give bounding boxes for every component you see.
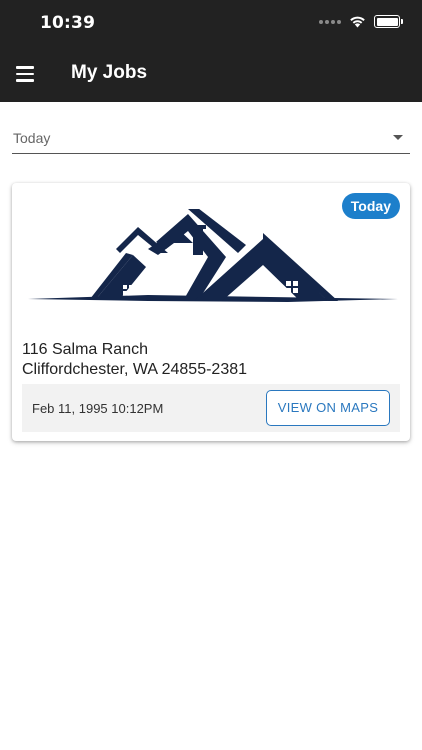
app-header: 10:39 My Jobs bbox=[0, 0, 422, 102]
house-roof-logo bbox=[28, 209, 398, 302]
dropdown-caret-icon bbox=[393, 135, 403, 140]
job-datetime: Feb 11, 1995 10:12PM bbox=[32, 401, 164, 416]
date-filter-value: Today bbox=[13, 130, 51, 146]
cellular-signal-icon bbox=[319, 19, 341, 24]
wifi-icon bbox=[350, 16, 365, 28]
job-card-footer: Feb 11, 1995 10:12PM VIEW ON MAPS bbox=[22, 384, 400, 432]
hamburger-menu-icon[interactable] bbox=[16, 62, 40, 86]
job-card[interactable]: Today 116 Salma Ranch Cliffordchester, W… bbox=[12, 183, 410, 441]
battery-icon bbox=[374, 15, 403, 28]
status-icons bbox=[319, 15, 403, 28]
address-line-1: 116 Salma Ranch bbox=[22, 341, 148, 358]
view-on-maps-button[interactable]: VIEW ON MAPS bbox=[266, 390, 390, 426]
job-address: 116 Salma Ranch Cliffordchester, WA 2485… bbox=[22, 340, 247, 380]
status-time: 10:39 bbox=[40, 13, 96, 33]
address-line-2: Cliffordchester, WA 24855-2381 bbox=[22, 361, 248, 378]
date-filter-dropdown[interactable]: Today bbox=[12, 122, 410, 154]
page-title: My Jobs bbox=[71, 62, 148, 83]
